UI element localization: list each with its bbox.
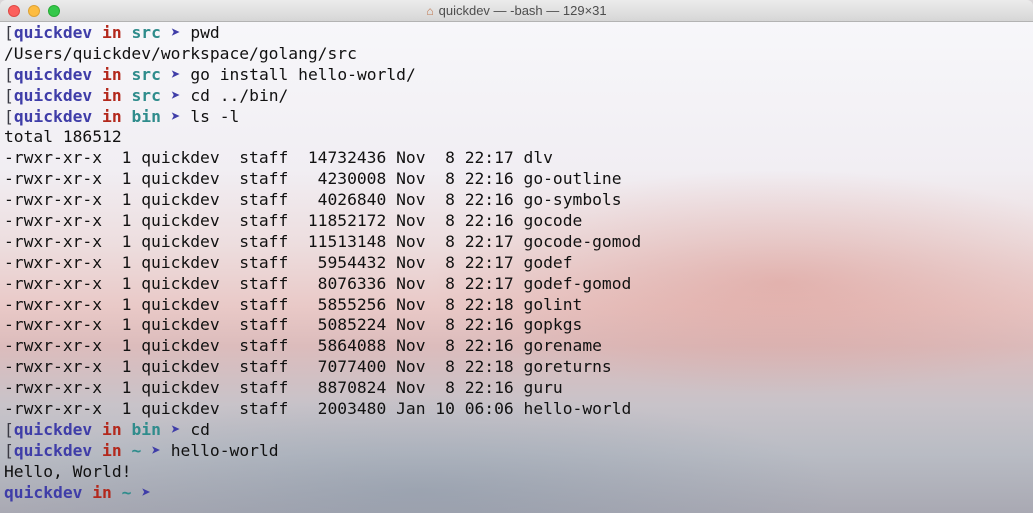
listing-row: -rwxr-xr-x 1 quickdev staff 5855256 Nov … [4, 294, 583, 314]
prompt-dir: bin [131, 419, 161, 439]
listing-row: -rwxr-xr-x 1 quickdev staff 11852172 Nov… [4, 211, 583, 231]
prompt-bracket: [ [4, 64, 14, 84]
listing-row: -rwxr-xr-x 1 quickdev staff 11513148 Nov… [4, 231, 642, 251]
prompt-user: quickdev [13, 106, 93, 126]
output-line: /Users/quickdev/workspace/golang/src [4, 43, 357, 63]
prompt-arrow-icon: ➤ [141, 482, 152, 502]
prompt-line: [quickdev in ~ ➤ hello-world [4, 441, 641, 462]
listing-row: -rwxr-xr-x 1 quickdev staff 2003480 Jan … [4, 399, 632, 419]
terminal-content[interactable]: [quickdev in src ➤ pwd /Users/quickdev/w… [0, 22, 1033, 513]
listing-row: -rwxr-xr-x 1 quickdev staff 5864088 Nov … [4, 336, 602, 356]
prompt-bracket: [ [4, 85, 14, 105]
prompt-bracket: [ [4, 440, 14, 460]
prompt-arrow-icon: ➤ [170, 64, 181, 84]
prompt-arrow-icon: ➤ [170, 85, 181, 105]
title-bar[interactable]: ⌂ quickdev — -bash — 129×31 [0, 0, 1033, 22]
prompt-dir: ~ [121, 482, 132, 502]
listing-row: -rwxr-xr-x 1 quickdev staff 5085224 Nov … [4, 315, 583, 335]
prompt-bracket: [ [4, 106, 14, 126]
window-title: ⌂ quickdev — -bash — 129×31 [0, 0, 1033, 22]
terminal-lines: [quickdev in src ➤ pwd /Users/quickdev/w… [4, 23, 641, 503]
prompt-in: in [102, 23, 122, 42]
prompt-user: quickdev [13, 64, 93, 84]
prompt-in: in [102, 85, 122, 105]
prompt-dir: src [131, 23, 161, 42]
prompt-arrow-icon: ➤ [170, 23, 181, 42]
command-text: go install hello-world/ [190, 64, 416, 84]
prompt-dir: bin [131, 106, 161, 126]
prompt-user: quickdev [13, 419, 93, 439]
listing-row: -rwxr-xr-x 1 quickdev staff 4026840 Nov … [4, 190, 622, 210]
home-icon: ⌂ [426, 4, 434, 18]
listing-row: -rwxr-xr-x 1 quickdev staff 4230008 Nov … [4, 169, 622, 189]
prompt-user: quickdev [4, 482, 83, 502]
command-text: cd [190, 419, 210, 439]
listing-row: -rwxr-xr-x 1 quickdev staff 7077400 Nov … [4, 357, 612, 377]
prompt-arrow-icon: ➤ [170, 419, 181, 439]
prompt-in: in [102, 419, 122, 439]
output-line: Hello, World! [4, 461, 132, 481]
listing-row: -rwxr-xr-x 1 quickdev staff 8870824 Nov … [4, 378, 563, 398]
prompt-line: [quickdev in src ➤ pwd [4, 23, 641, 44]
prompt-user: quickdev [13, 85, 93, 105]
listing-row: -rwxr-xr-x 1 quickdev staff 14732436 Nov… [4, 148, 553, 168]
window-title-text: quickdev — -bash — 129×31 [438, 3, 607, 18]
prompt-dir: src [131, 85, 161, 105]
command-text: hello-world [170, 440, 279, 460]
prompt-arrow-icon: ➤ [151, 440, 161, 460]
current-prompt-line[interactable]: quickdev in ~ ➤ [4, 483, 641, 504]
prompt-in: in [102, 64, 122, 84]
prompt-bracket: [ [4, 419, 14, 439]
command-text: cd ../bin/ [190, 85, 289, 105]
output-line: total 186512 [4, 127, 122, 147]
prompt-line: [quickdev in bin ➤ ls -l [4, 107, 641, 128]
prompt-dir: src [131, 64, 161, 84]
listing-row: -rwxr-xr-x 1 quickdev staff 8076336 Nov … [4, 273, 632, 293]
prompt-line: [quickdev in src ➤ go install hello-worl… [4, 65, 641, 86]
prompt-user: quickdev [13, 23, 93, 42]
prompt-line: [quickdev in bin ➤ cd [4, 420, 641, 441]
prompt-arrow-icon: ➤ [170, 106, 181, 126]
prompt-bracket: [ [4, 23, 14, 42]
listing-row: -rwxr-xr-x 1 quickdev staff 5954432 Nov … [4, 252, 573, 272]
prompt-user: quickdev [13, 440, 93, 460]
prompt-in: in [102, 440, 122, 460]
prompt-dir: ~ [131, 440, 142, 460]
command-text: pwd [190, 23, 220, 42]
prompt-line: [quickdev in src ➤ cd ../bin/ [4, 86, 641, 107]
prompt-in: in [102, 106, 122, 126]
command-text: ls -l [190, 106, 240, 126]
prompt-in: in [92, 482, 112, 502]
terminal-window: ⌂ quickdev — -bash — 129×31 [quickdev in … [0, 0, 1033, 513]
